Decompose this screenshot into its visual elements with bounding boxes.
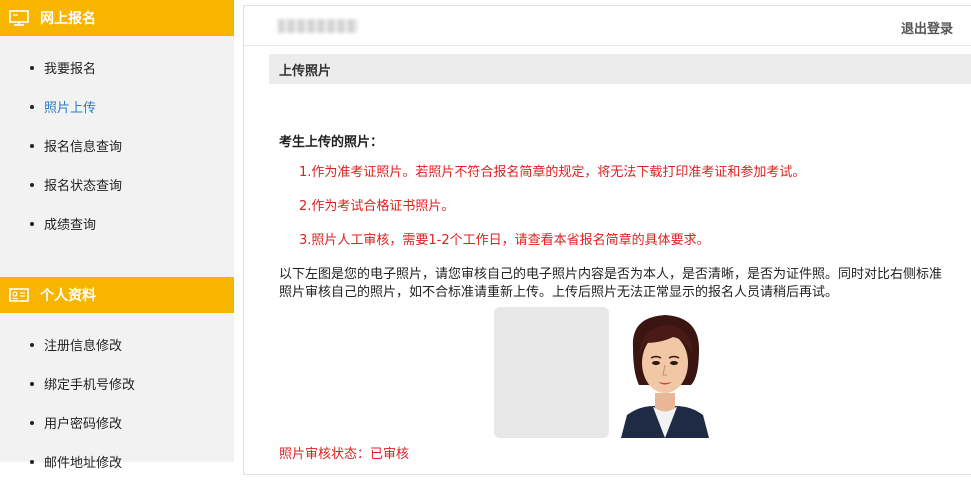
sidebar-section-title: 网上报名 [40,11,96,27]
id-card-icon [8,286,30,304]
sidebar-item-status-query[interactable]: 报名状态查询 [0,165,234,204]
rule-item: 1.作为准考证照片。若照片不符合报名简章的规定，将无法下载打印准考证和参加考试。 [299,165,806,180]
section-title: 上传照片 [279,63,332,79]
bullet-icon [30,104,34,109]
sidebar-item-label: 照片上传 [44,101,97,116]
sidebar-item-label: 绑定手机号修改 [44,378,136,393]
content-area: 考生上传的照片： 1.作为准考证照片。若照片不符合报名简章的规定，将无法下载打印… [279,131,959,302]
bullet-icon [30,381,34,386]
bullet-icon [30,342,34,347]
sidebar-section-title: 个人资料 [40,288,96,304]
sidebar-item-score-query[interactable]: 成绩查询 [0,204,234,243]
sidebar-menu-personal: 注册信息修改 绑定手机号修改 用户密码修改 邮件地址修改 [0,313,234,493]
sidebar-item-label: 我要报名 [44,62,97,77]
logout-link[interactable]: 退出登录 [901,18,953,37]
photo-heading: 考生上传的照片： [279,135,384,150]
rule-item: 2.作为考试合格证书照片。 [299,199,455,214]
sidebar: 网上报名 我要报名 照片上传 报名信息查询 报名状态查询 成绩查询 个人资料 注… [0,0,234,471]
sidebar-item-apply[interactable]: 我要报名 [0,48,234,87]
sidebar-item-label: 成绩查询 [44,218,97,233]
photo-comparison [494,307,717,438]
instruction-text: 以下左图是您的电子照片，请您审核自己的电子照片内容是否为本人，是否清晰，是否为证… [279,267,943,300]
sidebar-section-personal-info: 个人资料 [0,277,234,313]
sidebar-menu-registration: 我要报名 照片上传 报名信息查询 报名状态查询 成绩查询 [0,36,234,255]
sidebar-item-label: 报名状态查询 [44,179,123,194]
section-title-bar: 上传照片 [269,54,971,84]
bullet-icon [30,221,34,226]
sidebar-item-edit-password[interactable]: 用户密码修改 [0,403,234,442]
uploaded-photo-placeholder [494,307,609,438]
sidebar-item-label: 用户密码修改 [44,417,123,432]
sidebar-section-online-registration: 网上报名 [0,0,234,36]
photo-review-status: 照片审核状态：已审核 [279,447,410,462]
blurred-username [278,18,358,33]
sidebar-item-photo-upload[interactable]: 照片上传 [0,87,234,126]
bullet-icon [30,182,34,187]
sidebar-item-edit-phone[interactable]: 绑定手机号修改 [0,364,234,403]
rule-item: 3.照片人工审核，需要1-2个工作日，请查看本省报名简章的具体要求。 [299,233,710,248]
standard-photo-sample [621,315,709,438]
monitor-icon [8,9,30,27]
sidebar-item-label: 报名信息查询 [44,140,123,155]
top-bar: 退出登录 [244,6,971,46]
sidebar-item-label: 注册信息修改 [44,339,123,354]
bullet-icon [30,143,34,148]
sidebar-item-edit-registration[interactable]: 注册信息修改 [0,325,234,364]
bullet-icon [30,65,34,70]
sidebar-item-info-query[interactable]: 报名信息查询 [0,126,234,165]
bullet-icon [30,420,34,425]
